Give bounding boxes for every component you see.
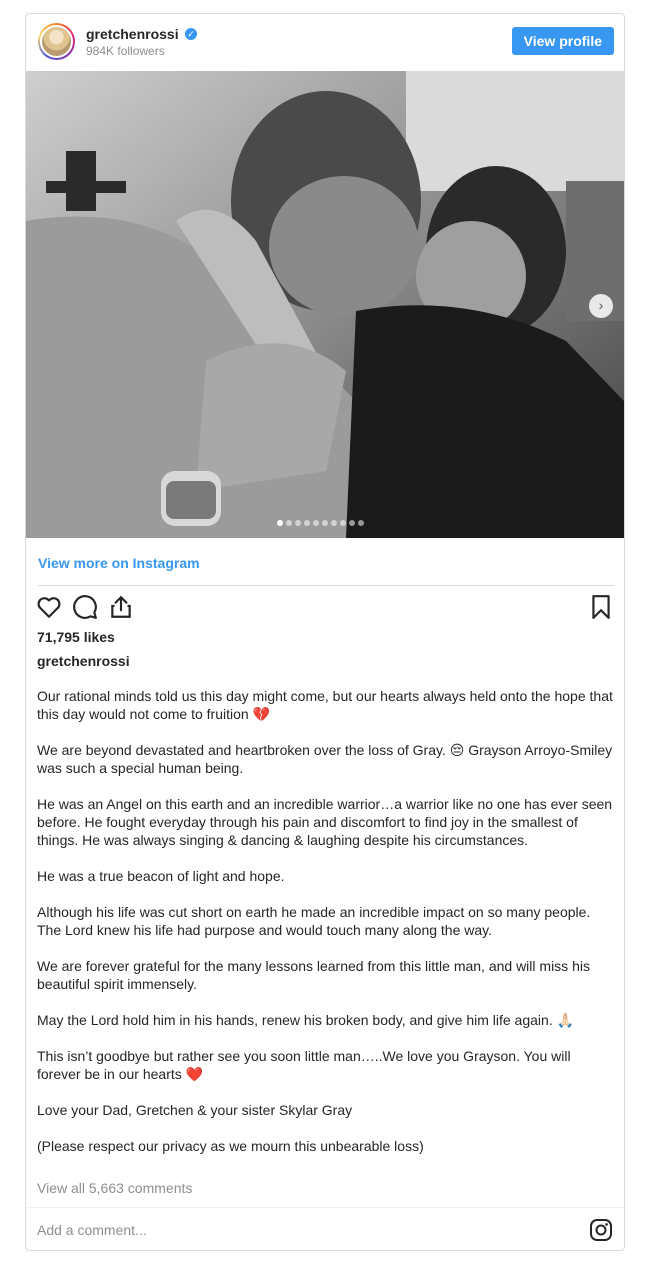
follower-count: 984K followers xyxy=(86,44,165,58)
caption-username[interactable]: gretchenrossi xyxy=(37,653,130,669)
bookmark-icon[interactable] xyxy=(588,594,614,620)
caption-paragraph: Love your Dad, Gretchen & your sister Sk… xyxy=(37,1102,353,1118)
avatar-image xyxy=(40,25,73,58)
carousel-dot xyxy=(331,520,337,526)
like-count[interactable]: 71,795 likes xyxy=(37,629,115,645)
view-all-comments-link[interactable]: View all 5,663 comments xyxy=(37,1180,192,1196)
comment-bar: Add a comment... xyxy=(26,1207,624,1250)
caption-paragraph: We are beyond devastated and heartbroken… xyxy=(37,742,613,776)
carousel-dot xyxy=(358,520,364,526)
caption-paragraph: May the Lord hold him in his hands, rene… xyxy=(37,1012,575,1028)
carousel-dot xyxy=(295,520,301,526)
carousel-dot xyxy=(313,520,319,526)
verified-badge-icon: ✓ xyxy=(185,28,197,40)
action-bar xyxy=(36,594,614,620)
carousel-dot xyxy=(304,520,310,526)
carousel-dot xyxy=(340,520,346,526)
view-profile-button[interactable]: View profile xyxy=(511,27,614,55)
carousel-indicator xyxy=(277,520,364,526)
chevron-right-icon[interactable]: › xyxy=(589,294,613,318)
caption-paragraph: He was a true beacon of light and hope. xyxy=(37,868,285,884)
caption-paragraph: Our rational minds told us this day migh… xyxy=(37,688,613,722)
heart-icon[interactable] xyxy=(36,594,62,620)
comment-input[interactable]: Add a comment... xyxy=(37,1222,147,1238)
carousel-dot xyxy=(277,520,283,526)
instagram-icon[interactable] xyxy=(589,1218,613,1242)
caption-paragraph: He was an Angel on this earth and an inc… xyxy=(37,796,613,848)
view-more-link[interactable]: View more on Instagram xyxy=(38,555,200,571)
share-icon[interactable] xyxy=(108,594,134,620)
caption-paragraph: This isn’t goodbye but rather see you so… xyxy=(37,1048,571,1082)
caption-paragraph: We are forever grateful for the many les… xyxy=(37,958,590,992)
avatar[interactable] xyxy=(38,23,75,60)
instagram-embed-card: gretchenrossi ✓ 984K followers View prof… xyxy=(25,13,625,1251)
post-photo[interactable]: › xyxy=(26,71,624,538)
comment-icon[interactable] xyxy=(72,594,98,620)
carousel-dot xyxy=(349,520,355,526)
caption-paragraph: Although his life was cut short on earth… xyxy=(37,904,591,938)
post-caption: Our rational minds told us this day migh… xyxy=(37,687,617,1173)
carousel-dot xyxy=(322,520,328,526)
photo-image xyxy=(26,71,624,538)
divider xyxy=(38,585,614,586)
caption-paragraph: (Please respect our privacy as we mourn … xyxy=(37,1138,424,1154)
carousel-dot xyxy=(286,520,292,526)
username[interactable]: gretchenrossi xyxy=(86,26,179,42)
post-header: gretchenrossi ✓ 984K followers View prof… xyxy=(26,14,624,71)
